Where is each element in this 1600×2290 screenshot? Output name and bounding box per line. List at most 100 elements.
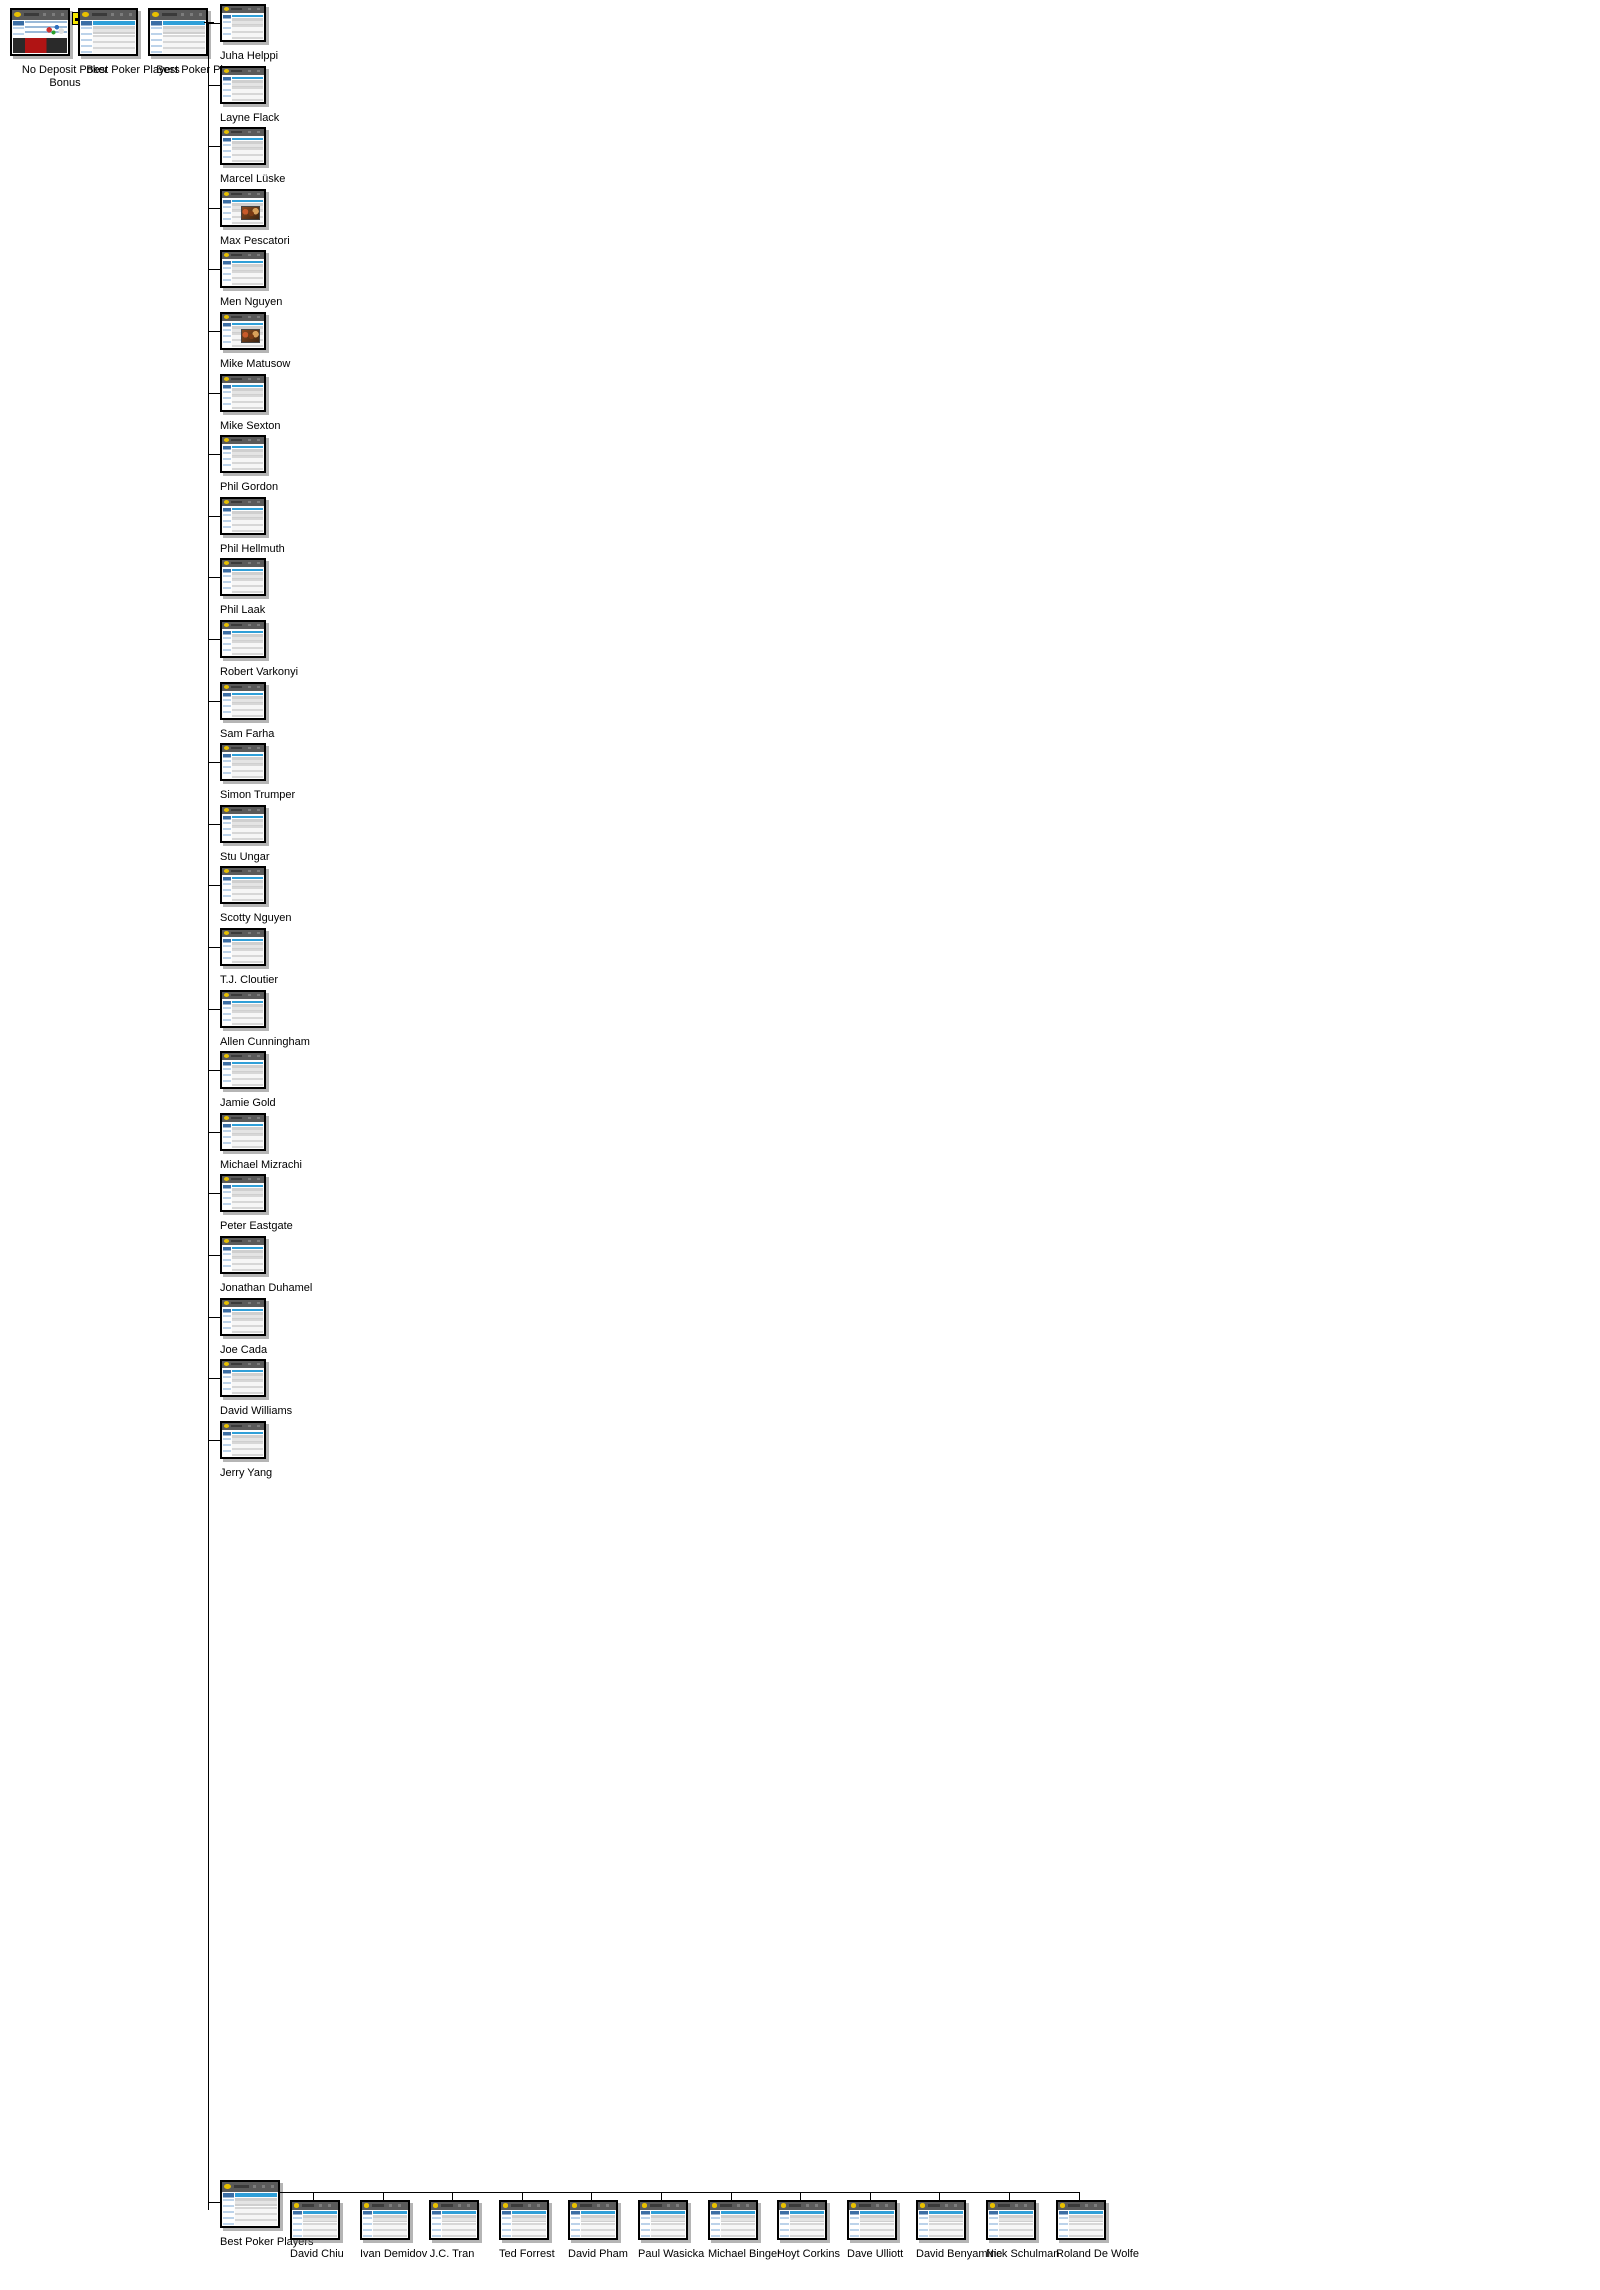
sitemap-node-bottom-3[interactable]: Ted Forrest [499, 2200, 555, 2261]
page-thumbnail[interactable] [220, 4, 266, 42]
sitemap-node-bottom-8[interactable]: Dave Ulliott [847, 2200, 903, 2261]
page-thumbnail[interactable] [78, 8, 138, 56]
sitemap-node-bottom-2[interactable]: J.C. Tran [429, 2200, 479, 2261]
sitemap-node-bottom-1[interactable]: Ivan Demidov [360, 2200, 427, 2261]
page-thumbnail[interactable] [10, 8, 70, 56]
sitemap-node-player-19[interactable]: Peter Eastgate [220, 1174, 293, 1233]
sitemap-node-player-8[interactable]: Phil Hellmuth [220, 497, 285, 556]
page-thumbnail[interactable] [847, 2200, 897, 2240]
thumbnail-page-body [222, 75, 264, 102]
thumbnail-rows-block [232, 395, 264, 409]
sitemap-node-player-22[interactable]: David Williams [220, 1359, 292, 1418]
page-thumbnail[interactable] [916, 2200, 966, 2240]
page-thumbnail[interactable] [220, 435, 266, 473]
page-thumbnail[interactable] [220, 620, 266, 658]
page-thumbnail[interactable] [220, 1359, 266, 1397]
page-thumbnail[interactable] [220, 805, 266, 843]
sitemap-node-player-3[interactable]: Max Pescatori [220, 189, 290, 248]
thumbnail-header-band [232, 260, 264, 264]
page-thumbnail[interactable] [220, 66, 266, 104]
page-thumbnail[interactable] [148, 8, 208, 56]
page-thumbnail[interactable] [220, 1421, 266, 1459]
thumbnail-wrapper [708, 2200, 758, 2240]
page-thumbnail[interactable] [220, 558, 266, 596]
sitemap-node-root-0[interactable]: No Deposit Poker Bonus [10, 8, 108, 90]
sitemap-node-bottom-10[interactable]: Nick Schulman [986, 2200, 1059, 2261]
sitemap-node-player-23[interactable]: Jerry Yang [220, 1421, 272, 1480]
thumbnail-page-body [222, 814, 264, 841]
page-thumbnail[interactable] [568, 2200, 618, 2240]
connector-trunk [208, 22, 209, 2210]
page-thumbnail[interactable] [220, 312, 266, 350]
sitemap-node-player-20[interactable]: Jonathan Duhamel [220, 1236, 312, 1295]
sitemap-node-bottom-6[interactable]: Michael Binger [708, 2200, 781, 2261]
thumbnail-sidebar-block [1058, 2211, 1069, 2237]
thumbnail-sidebar-block [222, 322, 232, 347]
thumbnail-toolbar-dots-icon [34, 12, 66, 16]
thumbnail-header-band [512, 2211, 547, 2215]
page-thumbnail[interactable] [638, 2200, 688, 2240]
page-thumbnail[interactable] [290, 2200, 340, 2240]
page-thumbnail[interactable] [708, 2200, 758, 2240]
page-thumbnail[interactable] [220, 250, 266, 288]
sitemap-node-player-13[interactable]: Stu Ungar [220, 805, 270, 864]
sitemap-node-bottom-11[interactable]: Roland De Wolfe [1056, 2200, 1139, 2261]
sitemap-node-player-1[interactable]: Layne Flack [220, 66, 280, 125]
sitemap-node-player-10[interactable]: Robert Varkonyi [220, 620, 298, 679]
sitemap-node-player-0[interactable]: Juha Helppi [220, 4, 278, 63]
sitemap-node-player-11[interactable]: Sam Farha [220, 682, 274, 741]
sitemap-node-root-2[interactable]: Best Poker Players [148, 8, 250, 77]
sitemap-node-bottom-5[interactable]: Paul Wasicka [638, 2200, 704, 2261]
page-thumbnail[interactable] [220, 682, 266, 720]
sitemap-node-player-12[interactable]: Simon Trumper [220, 743, 295, 802]
page-thumbnail[interactable] [986, 2200, 1036, 2240]
thumbnail-page-body [222, 567, 264, 594]
page-thumbnail[interactable] [360, 2200, 410, 2240]
sitemap-node-bottom-9[interactable]: David Benyamine [916, 2200, 1002, 2261]
thumbnail-header-band [232, 1184, 264, 1188]
thumbnail-rows-block [232, 148, 264, 162]
sitemap-node-player-9[interactable]: Phil Laak [220, 558, 266, 617]
sitemap-node-bottom-0[interactable]: David Chiu [290, 2200, 344, 2261]
sitemap-node-player-7[interactable]: Phil Gordon [220, 435, 278, 494]
page-thumbnail[interactable] [220, 990, 266, 1028]
page-thumbnail[interactable] [1056, 2200, 1106, 2240]
thumbnail-content-block [232, 1308, 264, 1333]
sitemap-node-player-4[interactable]: Men Nguyen [220, 250, 282, 309]
thumbnail-wrapper [220, 66, 266, 104]
thumbnail-wrapper [220, 1298, 266, 1336]
page-thumbnail[interactable] [220, 1051, 266, 1089]
sitemap-node-player-16[interactable]: Allen Cunningham [220, 990, 310, 1049]
thumbnail-sidebar-block [222, 507, 232, 532]
page-thumbnail[interactable] [220, 497, 266, 535]
page-thumbnail[interactable] [220, 1236, 266, 1274]
page-thumbnail[interactable] [220, 189, 266, 227]
sitemap-node-bottom-parent[interactable]: Best Poker Players [220, 2180, 314, 2249]
page-thumbnail[interactable] [220, 127, 266, 165]
page-thumbnail[interactable] [220, 866, 266, 904]
sitemap-node-bottom-4[interactable]: David Pham [568, 2200, 628, 2261]
page-thumbnail[interactable] [499, 2200, 549, 2240]
sitemap-node-player-15[interactable]: T.J. Cloutier [220, 928, 278, 987]
page-thumbnail[interactable] [220, 928, 266, 966]
page-thumbnail[interactable] [429, 2200, 479, 2240]
page-thumbnail[interactable] [220, 1113, 266, 1151]
page-thumbnail[interactable] [220, 1174, 266, 1212]
sitemap-node-player-14[interactable]: Scotty Nguyen [220, 866, 292, 925]
page-thumbnail[interactable] [220, 2180, 280, 2228]
page-thumbnail[interactable] [220, 1298, 266, 1336]
sitemap-node-player-2[interactable]: Marcel Lüske [220, 127, 285, 186]
sitemap-node-player-6[interactable]: Mike Sexton [220, 374, 281, 433]
thumbnail-toolbar-dots-icon [238, 131, 263, 134]
sitemap-node-player-21[interactable]: Joe Cada [220, 1298, 267, 1357]
page-thumbnail[interactable] [220, 743, 266, 781]
sitemap-node-player-18[interactable]: Michael Mizrachi [220, 1113, 302, 1172]
node-label: Layne Flack [220, 112, 280, 124]
page-thumbnail[interactable] [220, 374, 266, 412]
sitemap-node-player-5[interactable]: Mike Matusow [220, 312, 290, 371]
thumbnail-table-block [1069, 2214, 1104, 2222]
sitemap-node-player-17[interactable]: Jamie Gold [220, 1051, 276, 1110]
sitemap-node-bottom-7[interactable]: Hoyt Corkins [777, 2200, 840, 2261]
sitemap-node-root-1[interactable]: Best Poker Players [78, 8, 180, 77]
page-thumbnail[interactable] [777, 2200, 827, 2240]
